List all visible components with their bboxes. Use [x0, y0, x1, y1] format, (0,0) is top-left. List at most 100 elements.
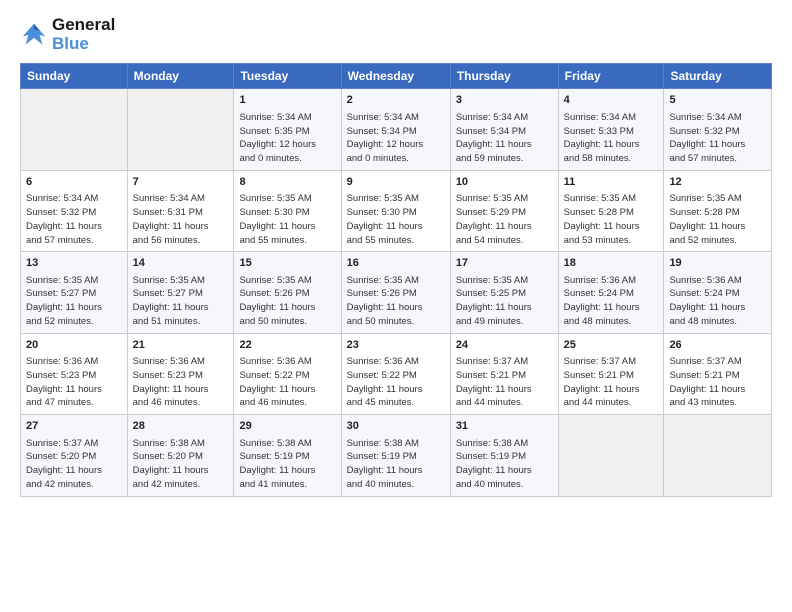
day-number: 24: [456, 338, 553, 353]
day-info: Sunrise: 5:34 AMSunset: 5:31 PMDaylight:…: [133, 192, 229, 247]
day-info: Sunrise: 5:38 AMSunset: 5:19 PMDaylight:…: [239, 437, 335, 492]
calendar-cell: 24 Sunrise: 5:37 AMSunset: 5:21 PMDayligh…: [450, 333, 558, 414]
day-info: Sunrise: 5:35 AMSunset: 5:25 PMDaylight:…: [456, 274, 553, 329]
day-number: 13: [26, 256, 122, 271]
col-header-friday: Friday: [558, 64, 664, 89]
day-info: Sunrise: 5:37 AMSunset: 5:21 PMDaylight:…: [456, 355, 553, 410]
day-number: 3: [456, 93, 553, 108]
day-number: 20: [26, 338, 122, 353]
calendar-cell: 1 Sunrise: 5:34 AMSunset: 5:35 PMDaylight…: [234, 89, 341, 170]
day-info: Sunrise: 5:37 AMSunset: 5:20 PMDaylight:…: [26, 437, 122, 492]
calendar-cell: 17 Sunrise: 5:35 AMSunset: 5:25 PMDayligh…: [450, 252, 558, 333]
header: General Blue: [20, 16, 772, 53]
day-info: Sunrise: 5:36 AMSunset: 5:24 PMDaylight:…: [564, 274, 659, 329]
calendar-table: SundayMondayTuesdayWednesdayThursdayFrid…: [20, 63, 772, 496]
logo-icon: [20, 21, 48, 49]
day-number: 31: [456, 419, 553, 434]
day-info: Sunrise: 5:36 AMSunset: 5:23 PMDaylight:…: [133, 355, 229, 410]
day-info: Sunrise: 5:36 AMSunset: 5:23 PMDaylight:…: [26, 355, 122, 410]
day-info: Sunrise: 5:35 AMSunset: 5:27 PMDaylight:…: [133, 274, 229, 329]
day-info: Sunrise: 5:37 AMSunset: 5:21 PMDaylight:…: [669, 355, 766, 410]
week-row-2: 6 Sunrise: 5:34 AMSunset: 5:32 PMDaylight…: [21, 170, 772, 251]
day-number: 1: [239, 93, 335, 108]
calendar-cell: 3 Sunrise: 5:34 AMSunset: 5:34 PMDaylight…: [450, 89, 558, 170]
calendar-cell: 12 Sunrise: 5:35 AMSunset: 5:28 PMDayligh…: [664, 170, 772, 251]
day-number: 30: [347, 419, 445, 434]
day-info: Sunrise: 5:36 AMSunset: 5:24 PMDaylight:…: [669, 274, 766, 329]
day-number: 26: [669, 338, 766, 353]
calendar-cell: 16 Sunrise: 5:35 AMSunset: 5:26 PMDayligh…: [341, 252, 450, 333]
day-number: 2: [347, 93, 445, 108]
col-header-monday: Monday: [127, 64, 234, 89]
day-number: 11: [564, 175, 659, 190]
day-info: Sunrise: 5:35 AMSunset: 5:28 PMDaylight:…: [669, 192, 766, 247]
header-row: SundayMondayTuesdayWednesdayThursdayFrid…: [21, 64, 772, 89]
calendar-cell: 30 Sunrise: 5:38 AMSunset: 5:19 PMDayligh…: [341, 415, 450, 496]
day-info: Sunrise: 5:35 AMSunset: 5:26 PMDaylight:…: [347, 274, 445, 329]
day-info: Sunrise: 5:36 AMSunset: 5:22 PMDaylight:…: [239, 355, 335, 410]
day-number: 16: [347, 256, 445, 271]
col-header-thursday: Thursday: [450, 64, 558, 89]
calendar-cell: 6 Sunrise: 5:34 AMSunset: 5:32 PMDaylight…: [21, 170, 128, 251]
day-info: Sunrise: 5:34 AMSunset: 5:32 PMDaylight:…: [26, 192, 122, 247]
day-number: 9: [347, 175, 445, 190]
calendar-cell: 28 Sunrise: 5:38 AMSunset: 5:20 PMDayligh…: [127, 415, 234, 496]
calendar-cell: [127, 89, 234, 170]
calendar-cell: 14 Sunrise: 5:35 AMSunset: 5:27 PMDayligh…: [127, 252, 234, 333]
day-number: 6: [26, 175, 122, 190]
calendar-cell: 4 Sunrise: 5:34 AMSunset: 5:33 PMDaylight…: [558, 89, 664, 170]
day-number: 28: [133, 419, 229, 434]
calendar-cell: 8Sunrise: 5:35 AMSunset: 5:30 PMDaylight…: [234, 170, 341, 251]
day-info: Sunrise: 5:38 AMSunset: 5:19 PMDaylight:…: [347, 437, 445, 492]
day-number: 23: [347, 338, 445, 353]
calendar-cell: 7 Sunrise: 5:34 AMSunset: 5:31 PMDaylight…: [127, 170, 234, 251]
day-info: Sunrise: 5:35 AMSunset: 5:29 PMDaylight:…: [456, 192, 553, 247]
day-info: Sunrise: 5:35 AMSunset: 5:27 PMDaylight:…: [26, 274, 122, 329]
day-number: 15: [239, 256, 335, 271]
page: General Blue SundayMondayTuesdayWednesda…: [0, 0, 792, 513]
day-info: Sunrise: 5:35 AMSunset: 5:26 PMDaylight:…: [239, 274, 335, 329]
calendar-cell: [21, 89, 128, 170]
day-info: Sunrise: 5:34 AMSunset: 5:35 PMDaylight:…: [239, 111, 335, 166]
day-info: Sunrise: 5:38 AMSunset: 5:20 PMDaylight:…: [133, 437, 229, 492]
day-number: 21: [133, 338, 229, 353]
day-info: Sunrise: 5:34 AMSunset: 5:34 PMDaylight:…: [456, 111, 553, 166]
calendar-cell: 20 Sunrise: 5:36 AMSunset: 5:23 PMDayligh…: [21, 333, 128, 414]
calendar-cell: 27 Sunrise: 5:37 AMSunset: 5:20 PMDayligh…: [21, 415, 128, 496]
col-header-saturday: Saturday: [664, 64, 772, 89]
calendar-cell: 31Sunrise: 5:38 AMSunset: 5:19 PMDayligh…: [450, 415, 558, 496]
logo: General Blue: [20, 16, 115, 53]
calendar-cell: 15 Sunrise: 5:35 AMSunset: 5:26 PMDayligh…: [234, 252, 341, 333]
week-row-4: 20 Sunrise: 5:36 AMSunset: 5:23 PMDayligh…: [21, 333, 772, 414]
col-header-tuesday: Tuesday: [234, 64, 341, 89]
calendar-cell: 2Sunrise: 5:34 AMSunset: 5:34 PMDaylight…: [341, 89, 450, 170]
day-number: 27: [26, 419, 122, 434]
day-info: Sunrise: 5:37 AMSunset: 5:21 PMDaylight:…: [564, 355, 659, 410]
day-number: 14: [133, 256, 229, 271]
calendar-cell: 5Sunrise: 5:34 AMSunset: 5:32 PMDaylight…: [664, 89, 772, 170]
day-number: 7: [133, 175, 229, 190]
calendar-cell: 19Sunrise: 5:36 AMSunset: 5:24 PMDayligh…: [664, 252, 772, 333]
week-row-3: 13 Sunrise: 5:35 AMSunset: 5:27 PMDayligh…: [21, 252, 772, 333]
day-info: Sunrise: 5:34 AMSunset: 5:33 PMDaylight:…: [564, 111, 659, 166]
calendar-cell: 9Sunrise: 5:35 AMSunset: 5:30 PMDaylight…: [341, 170, 450, 251]
day-number: 12: [669, 175, 766, 190]
day-number: 17: [456, 256, 553, 271]
day-number: 5: [669, 93, 766, 108]
calendar-cell: 22 Sunrise: 5:36 AMSunset: 5:22 PMDayligh…: [234, 333, 341, 414]
calendar-cell: 18 Sunrise: 5:36 AMSunset: 5:24 PMDayligh…: [558, 252, 664, 333]
calendar-cell: 21 Sunrise: 5:36 AMSunset: 5:23 PMDayligh…: [127, 333, 234, 414]
calendar-cell: [664, 415, 772, 496]
day-number: 8: [239, 175, 335, 190]
day-number: 10: [456, 175, 553, 190]
day-number: 4: [564, 93, 659, 108]
day-info: Sunrise: 5:36 AMSunset: 5:22 PMDaylight:…: [347, 355, 445, 410]
day-number: 22: [239, 338, 335, 353]
day-number: 18: [564, 256, 659, 271]
calendar-cell: 13 Sunrise: 5:35 AMSunset: 5:27 PMDayligh…: [21, 252, 128, 333]
calendar-cell: 26 Sunrise: 5:37 AMSunset: 5:21 PMDayligh…: [664, 333, 772, 414]
logo-text: General Blue: [52, 16, 115, 53]
calendar-cell: 23 Sunrise: 5:36 AMSunset: 5:22 PMDayligh…: [341, 333, 450, 414]
day-number: 29: [239, 419, 335, 434]
col-header-sunday: Sunday: [21, 64, 128, 89]
